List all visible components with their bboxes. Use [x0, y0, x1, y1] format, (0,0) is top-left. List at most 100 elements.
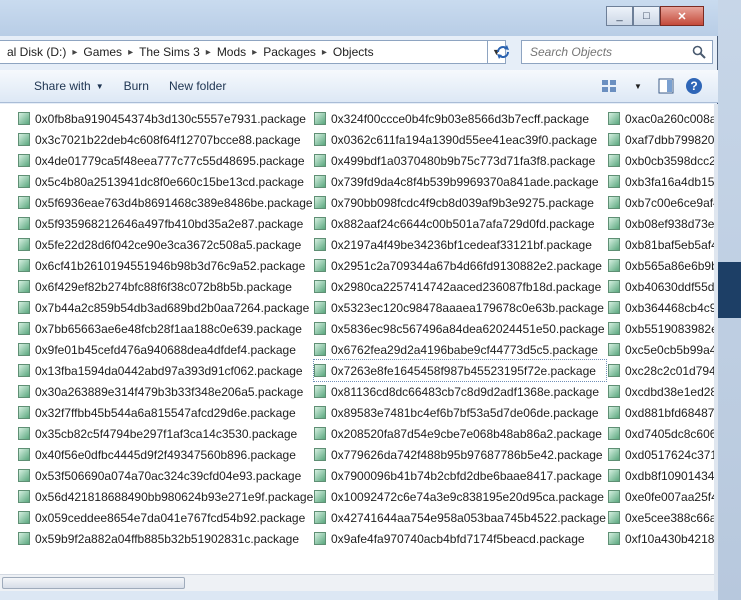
search-box[interactable]	[521, 40, 713, 64]
views-button[interactable]	[596, 74, 624, 98]
file-item[interactable]: 0xd881bfd684874	[608, 402, 714, 423]
file-item[interactable]: 0x53f506690a074a70ac324c39cfd04e93.packa…	[18, 465, 313, 486]
file-item[interactable]: 0x6f429ef82b274bfc88f6f38c072b8b5b.packa…	[18, 276, 313, 297]
file-item[interactable]: 0x2980ca2257414742aaced236087fb18d.packa…	[314, 276, 606, 297]
chevron-right-icon[interactable]: ▸	[321, 47, 328, 58]
new-folder-button[interactable]: New folder	[159, 74, 236, 98]
chevron-right-icon[interactable]: ▸	[127, 47, 134, 58]
chevron-right-icon[interactable]: ▸	[251, 47, 258, 58]
close-button[interactable]: ✕	[660, 6, 704, 26]
file-item[interactable]: 0x2197a4f49be34236bf1cedeaf33121bf.packa…	[314, 234, 606, 255]
file-item[interactable]: 0x9afe4fa970740acb4bfd7174f5beacd.packag…	[314, 528, 606, 549]
file-item[interactable]: 0xb0cb3598dcc24	[608, 150, 714, 171]
file-item[interactable]: 0x779626da742f488b95b97687786b5e42.packa…	[314, 444, 606, 465]
help-button[interactable]: ?	[680, 74, 708, 98]
horizontal-scrollbar[interactable]	[0, 574, 714, 591]
file-item[interactable]: 0x32f7ffbb45b544a6a815547afcd29d6e.packa…	[18, 402, 313, 423]
minimize-button[interactable]: _	[606, 6, 633, 26]
package-file-icon	[18, 511, 30, 524]
file-item[interactable]: 0x739fd9da4c8f4b539b9969370a841ade.packa…	[314, 171, 606, 192]
file-name: 0x2951c2a709344a67b4d66fd9130882e2.packa…	[331, 258, 602, 273]
file-item[interactable]: 0xe0fe007aa25f48	[608, 486, 714, 507]
file-item[interactable]: 0x81136cd8dc66483cb7c8d9d2adf1368e.packa…	[314, 381, 606, 402]
file-item[interactable]: 0x7b44a2c859b54db3ad689bd2b0aa7264.packa…	[18, 297, 313, 318]
title-bar[interactable]: _ □ ✕	[0, 0, 718, 36]
file-item[interactable]: 0xac0a260c008a4	[608, 108, 714, 129]
file-item[interactable]: 0x5fe22d28d6f042ce90e3ca3672c508a5.packa…	[18, 234, 313, 255]
file-item[interactable]: 0xb5519083982e4	[608, 318, 714, 339]
file-name: 0x5323ec120c98478aaaea179678c0e63b.packa…	[331, 300, 604, 315]
file-item[interactable]: 0x10092472c6e74a3e9c838195e20d95ca.packa…	[314, 486, 606, 507]
file-item[interactable]: 0x3c7021b22deb4c608f64f12707bcce88.packa…	[18, 129, 313, 150]
file-name: 0x42741644aa754e958a053baa745b4522.packa…	[331, 510, 606, 525]
file-item[interactable]: 0x882aaf24c6644c00b501a7afa729d0fd.packa…	[314, 213, 606, 234]
file-item[interactable]: 0x2951c2a709344a67b4d66fd9130882e2.packa…	[314, 255, 606, 276]
file-item[interactable]: 0x790bb098fcdc4f9cb8d039af9b3e9275.packa…	[314, 192, 606, 213]
file-item[interactable]: 0x6cf41b2610194551946b98b3d76c9a52.packa…	[18, 255, 313, 276]
views-dropdown[interactable]: ▼	[624, 74, 652, 98]
file-item[interactable]: 0xd0517624c3714	[608, 444, 714, 465]
maximize-button[interactable]: □	[633, 6, 660, 26]
chevron-right-icon[interactable]: ▸	[205, 47, 212, 58]
file-item[interactable]: 0x30a263889e314f479b3b33f348e206a5.packa…	[18, 381, 313, 402]
file-item[interactable]: 0x5323ec120c98478aaaea179678c0e63b.packa…	[314, 297, 606, 318]
file-item[interactable]: 0xb40630ddf55d4	[608, 276, 714, 297]
package-file-icon	[18, 532, 30, 545]
file-item[interactable]: 0x89583e7481bc4ef6b7bf53a5d7de06de.packa…	[314, 402, 606, 423]
file-item[interactable]: 0x40f56e0dfbc4445d9f2f49347560b896.packa…	[18, 444, 313, 465]
file-item[interactable]: 0xaf7dbb7998204	[608, 129, 714, 150]
file-item[interactable]: 0xcdbd38e1ed284	[608, 381, 714, 402]
file-item[interactable]: 0x5c4b80a2513941dc8f0e660c15be13cd.packa…	[18, 171, 313, 192]
file-item[interactable]: 0xb3fa16a4db154	[608, 171, 714, 192]
file-item[interactable]: 0x0362c611fa194a1390d55ee41eac39f0.packa…	[314, 129, 606, 150]
file-item[interactable]: 0xc28c2c01d7944	[608, 360, 714, 381]
search-input[interactable]	[530, 45, 690, 59]
breadcrumb-the-sims-3[interactable]: The Sims 3	[134, 45, 205, 59]
file-item[interactable]: 0x56d421818688490bb980624b93e271e9f.pack…	[18, 486, 313, 507]
file-item[interactable]: 0x0fb8ba9190454374b3d130c5557e7931.packa…	[18, 108, 313, 129]
breadcrumb-drive[interactable]: al Disk (D:)	[2, 45, 71, 59]
breadcrumb-mods[interactable]: Mods	[212, 45, 251, 59]
file-item[interactable]: 0xb08ef938d73e4	[608, 213, 714, 234]
file-item[interactable]: 0xdb8f109014344	[608, 465, 714, 486]
file-item[interactable]: 0x5f935968212646a497fb410bd35a2e87.packa…	[18, 213, 313, 234]
file-item[interactable]: 0x59b9f2a882a04ffb885b32b51902831c.packa…	[18, 528, 313, 549]
file-item[interactable]: 0x13fba1594da0442abd97a393d91cf062.packa…	[18, 360, 313, 381]
file-item[interactable]: 0xe5cee388c66a4	[608, 507, 714, 528]
file-item[interactable]: 0xc5e0cb5b99a44	[608, 339, 714, 360]
refresh-button[interactable]	[490, 40, 516, 64]
file-item[interactable]: 0xb7c00e6ce9af4	[608, 192, 714, 213]
file-item[interactable]: 0x4de01779ca5f48eea777c77c55d48695.packa…	[18, 150, 313, 171]
breadcrumb-objects[interactable]: Objects	[328, 45, 379, 59]
chevron-right-icon[interactable]: ▸	[71, 47, 78, 58]
horizontal-scroll-thumb[interactable]	[2, 577, 185, 589]
file-item[interactable]: 0x5f6936eae763d4b8691468c389e8486be.pack…	[18, 192, 313, 213]
file-item[interactable]: 0x42741644aa754e958a053baa745b4522.packa…	[314, 507, 606, 528]
file-item[interactable]: 0x7900096b41b74b2cbfd2dbe6baae8417.packa…	[314, 465, 606, 486]
file-list-view[interactable]: 0x0fb8ba9190454374b3d130c5557e7931.packa…	[0, 104, 714, 574]
preview-pane-button[interactable]	[652, 74, 680, 98]
file-item[interactable]: 0xf10a430b42184	[608, 528, 714, 549]
file-item[interactable]: 0x208520fa87d54e9cbe7e068b48ab86a2.packa…	[314, 423, 606, 444]
breadcrumb-games[interactable]: Games	[78, 45, 127, 59]
package-file-icon	[314, 175, 326, 188]
address-bar[interactable]: al Disk (D:) ▸ Games ▸ The Sims 3 ▸ Mods…	[0, 40, 488, 64]
burn-button[interactable]: Burn	[114, 74, 159, 98]
file-item[interactable]: 0x5836ec98c567496a84dea62024451e50.packa…	[314, 318, 606, 339]
file-item[interactable]: 0x35cb82c5f4794be297f1af3ca14c3530.packa…	[18, 423, 313, 444]
file-item[interactable]: 0x324f00ccce0b4fc9b03e8566d3b7ecff.packa…	[314, 108, 606, 129]
file-item[interactable]: 0x6762fea29d2a4196babe9cf44773d5c5.packa…	[314, 339, 606, 360]
file-item[interactable]: 0xb81baf5eb5af4	[608, 234, 714, 255]
file-item[interactable]: 0x9fe01b45cefd476a940688dea4dfdef4.packa…	[18, 339, 313, 360]
file-item[interactable]: 0x7263e8fe1645458f987b45523195f72e.packa…	[313, 359, 607, 382]
file-name: 0xb3fa16a4db154	[625, 174, 714, 189]
file-item[interactable]: 0xd7405dc8c6064	[608, 423, 714, 444]
file-item[interactable]: 0x7bb65663ae6e48fcb28f1aa188c0e639.packa…	[18, 318, 313, 339]
file-item[interactable]: 0xb364468cb4c94	[608, 297, 714, 318]
file-item[interactable]: 0xb565a86e6b9b4	[608, 255, 714, 276]
share-with-button[interactable]: Share with ▼	[24, 74, 114, 98]
search-icon[interactable]	[692, 45, 706, 59]
file-item[interactable]: 0x059ceddee8654e7da041e767fcd54b92.packa…	[18, 507, 313, 528]
breadcrumb-packages[interactable]: Packages	[258, 45, 321, 59]
file-item[interactable]: 0x499bdf1a0370480b9b75c773d71fa3f8.packa…	[314, 150, 606, 171]
